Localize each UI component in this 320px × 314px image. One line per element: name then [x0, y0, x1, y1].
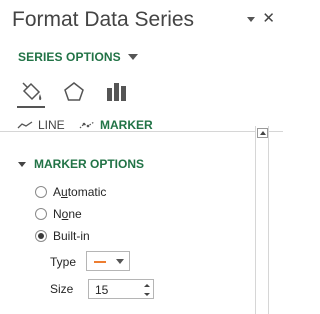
radio-none-label: None [53, 207, 82, 221]
radio-automatic[interactable]: Automatic [35, 185, 106, 199]
spin-up-icon [144, 283, 150, 287]
type-label: Type [50, 255, 77, 269]
chevron-down-icon [116, 259, 124, 264]
category-active-indicator [17, 106, 45, 108]
effects-pentagon-icon[interactable] [59, 78, 89, 106]
category-icons [17, 78, 143, 106]
radio-none-circle [35, 208, 47, 220]
tab-line[interactable]: LINE [17, 118, 65, 132]
spin-down-button[interactable] [142, 290, 152, 298]
marker-options-header[interactable]: MARKER OPTIONS [18, 157, 144, 171]
series-options-dropdown[interactable]: SERIES OPTIONS [18, 50, 138, 64]
radio-automatic-circle [35, 186, 47, 198]
marker-options-label: MARKER OPTIONS [34, 157, 145, 171]
fill-line-icon[interactable] [17, 78, 47, 106]
radio-none[interactable]: None [35, 207, 82, 221]
radio-automatic-label: Automatic [53, 185, 107, 199]
collapse-caret-icon [18, 161, 26, 167]
radio-built-in[interactable]: Built-in [35, 229, 90, 243]
spin-down-icon [144, 292, 150, 296]
vertical-scrollbar[interactable] [255, 126, 269, 314]
pane-controls: ✕ [247, 11, 275, 26]
size-label: Size [50, 282, 74, 296]
marker-line-icon [79, 121, 95, 129]
series-options-bar-chart-icon[interactable] [101, 78, 131, 106]
tab-marker[interactable]: MARKER [79, 118, 153, 132]
chevron-down-icon[interactable] [247, 16, 256, 22]
scroll-up-button[interactable] [257, 128, 268, 138]
close-icon[interactable]: ✕ [262, 11, 275, 26]
radio-built-in-label: Built-in [53, 229, 90, 243]
scroll-up-icon [259, 131, 266, 135]
series-options-label: SERIES OPTIONS [18, 50, 121, 64]
caret-down-icon [127, 54, 138, 60]
type-select[interactable] [86, 251, 130, 271]
pane-title: Format Data Series [12, 8, 195, 31]
tab-line-label: LINE [38, 118, 65, 132]
size-spinner[interactable]: 15 [88, 279, 154, 299]
line-icon [17, 121, 33, 129]
size-value: 15 [95, 283, 109, 297]
radio-built-in-circle [35, 230, 47, 242]
tab-marker-label: MARKER [100, 118, 153, 132]
marker-dash-swatch [94, 261, 106, 263]
tabs-row: LINE MARKER [0, 110, 283, 132]
spin-up-button[interactable] [142, 281, 152, 289]
